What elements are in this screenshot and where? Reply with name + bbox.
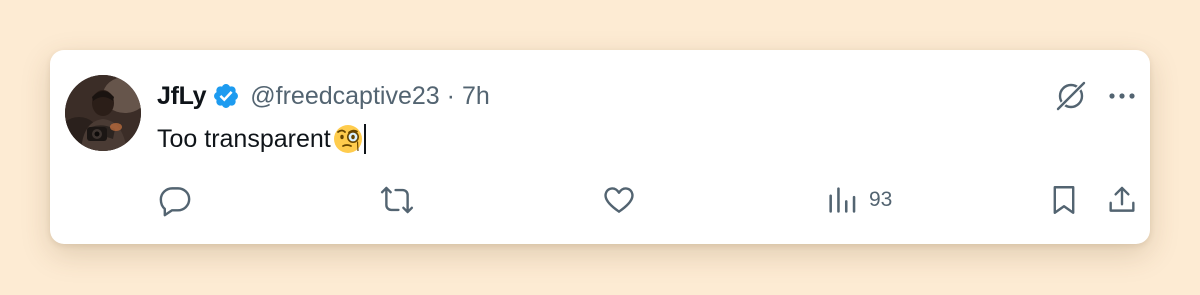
views-bar-chart-icon bbox=[829, 187, 856, 213]
reply-button[interactable] bbox=[158, 180, 192, 220]
share-icon bbox=[1109, 186, 1135, 212]
tweet-actions: 93 bbox=[50, 180, 1150, 220]
reply-icon bbox=[159, 187, 191, 217]
tweet-header: JfLy @freedcaptive23 · 7h bbox=[157, 78, 490, 114]
avatar[interactable] bbox=[65, 75, 141, 151]
retweet-button[interactable] bbox=[380, 180, 414, 220]
grok-button[interactable] bbox=[1053, 78, 1089, 114]
verified-badge-icon bbox=[212, 82, 240, 110]
more-options-icon bbox=[1109, 93, 1135, 99]
face-with-monocle-icon bbox=[332, 123, 364, 155]
heart-icon bbox=[604, 187, 634, 213]
tweet-body: Too transparent bbox=[157, 124, 331, 153]
bookmark-icon bbox=[1053, 186, 1075, 214]
retweet-icon bbox=[380, 186, 414, 214]
text-cursor bbox=[363, 124, 366, 154]
more-options-button[interactable] bbox=[1104, 78, 1140, 114]
separator-dot: · bbox=[446, 81, 455, 110]
views-button[interactable]: 93 bbox=[825, 180, 892, 220]
author-name[interactable]: JfLy bbox=[157, 82, 207, 111]
timestamp[interactable]: 7h bbox=[462, 82, 490, 111]
tweet-text: Too transparent bbox=[157, 120, 366, 158]
views-count: 93 bbox=[869, 188, 893, 211]
avatar-photo bbox=[65, 75, 141, 151]
share-button[interactable] bbox=[1105, 180, 1139, 220]
like-button[interactable] bbox=[602, 180, 636, 220]
tweet-card[interactable]: JfLy @freedcaptive23 · 7h Too transparen… bbox=[50, 50, 1150, 244]
author-handle[interactable]: @freedcaptive23 bbox=[250, 82, 439, 111]
grok-icon bbox=[1056, 81, 1086, 111]
bookmark-button[interactable] bbox=[1047, 180, 1081, 220]
